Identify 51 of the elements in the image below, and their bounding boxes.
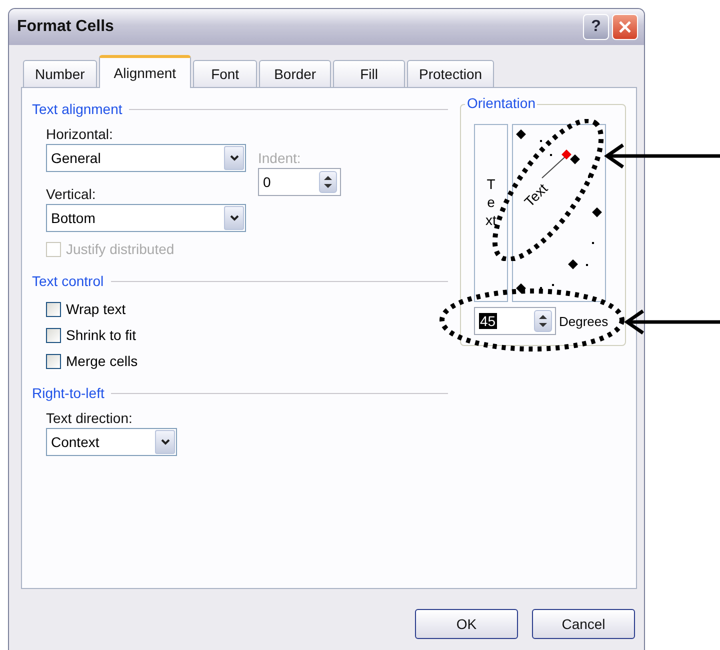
checkbox[interactable]	[46, 354, 61, 368]
tab[interactable]: Alignment	[98, 55, 192, 88]
rotated-text: Text	[521, 180, 551, 210]
spin-buttons[interactable]	[319, 171, 337, 193]
help-button[interactable]: ?	[583, 14, 609, 40]
checkbox-label: Merge cells	[66, 353, 138, 369]
tab[interactable]: Number	[23, 60, 97, 87]
checkbox-label: Justify distributed	[66, 241, 174, 257]
spin-value: 45	[479, 313, 497, 329]
checkbox-label: Shrink to fit	[66, 327, 136, 343]
dropdown-value: Context	[50, 434, 100, 450]
window-title: Format Cells	[17, 18, 114, 36]
field-label: Horizontal:	[46, 126, 114, 144]
vertical-text-option[interactable]: Text	[474, 124, 508, 302]
chevron-icon	[230, 215, 238, 221]
tab[interactable]: Font	[193, 60, 258, 87]
dropdown[interactable]: General	[46, 144, 246, 172]
dropdown[interactable]: Bottom	[46, 204, 246, 232]
tab[interactable]: Protection	[407, 60, 494, 87]
group-title: Right-to-left	[32, 385, 104, 401]
group-title: Text control	[32, 273, 104, 289]
dropdown-value: General	[50, 150, 101, 166]
field-label: Vertical:	[46, 186, 97, 204]
tab[interactable]: Fill	[333, 60, 405, 87]
spin-value: 0	[262, 174, 271, 190]
spin-field[interactable]: 0	[258, 168, 341, 196]
chevron-icon	[230, 155, 238, 161]
group-title: Orientation	[465, 95, 538, 111]
close-button[interactable]	[612, 14, 638, 40]
close-icon	[619, 21, 631, 33]
dropdown-arrow-button[interactable]	[155, 430, 175, 454]
dropdown[interactable]: Context	[46, 428, 177, 456]
dial-pointer-drawing	[541, 149, 573, 179]
chevron-icon	[160, 439, 170, 445]
dialog-button[interactable]: OK	[415, 609, 518, 639]
spin-buttons[interactable]	[534, 310, 552, 332]
checkbox[interactable]	[46, 302, 61, 316]
vertical-text: Text	[484, 175, 498, 230]
field-label: Degrees	[559, 314, 608, 328]
dropdown-arrow-button[interactable]	[224, 206, 244, 230]
dialog-button[interactable]: Cancel	[532, 609, 635, 639]
checkbox[interactable]	[46, 328, 61, 342]
field-label: Indent:	[258, 150, 302, 168]
dropdown-arrow-button[interactable]	[224, 146, 244, 170]
orientation-dial[interactable]: Text	[512, 124, 606, 302]
spin-field[interactable]: 45	[474, 307, 556, 335]
group-title: Text alignment	[32, 101, 122, 117]
checkbox-label: Wrap text	[66, 301, 126, 317]
dropdown-value: Bottom	[50, 210, 96, 226]
tab[interactable]: Border	[259, 60, 332, 87]
field-label: Text direction:	[46, 410, 134, 428]
